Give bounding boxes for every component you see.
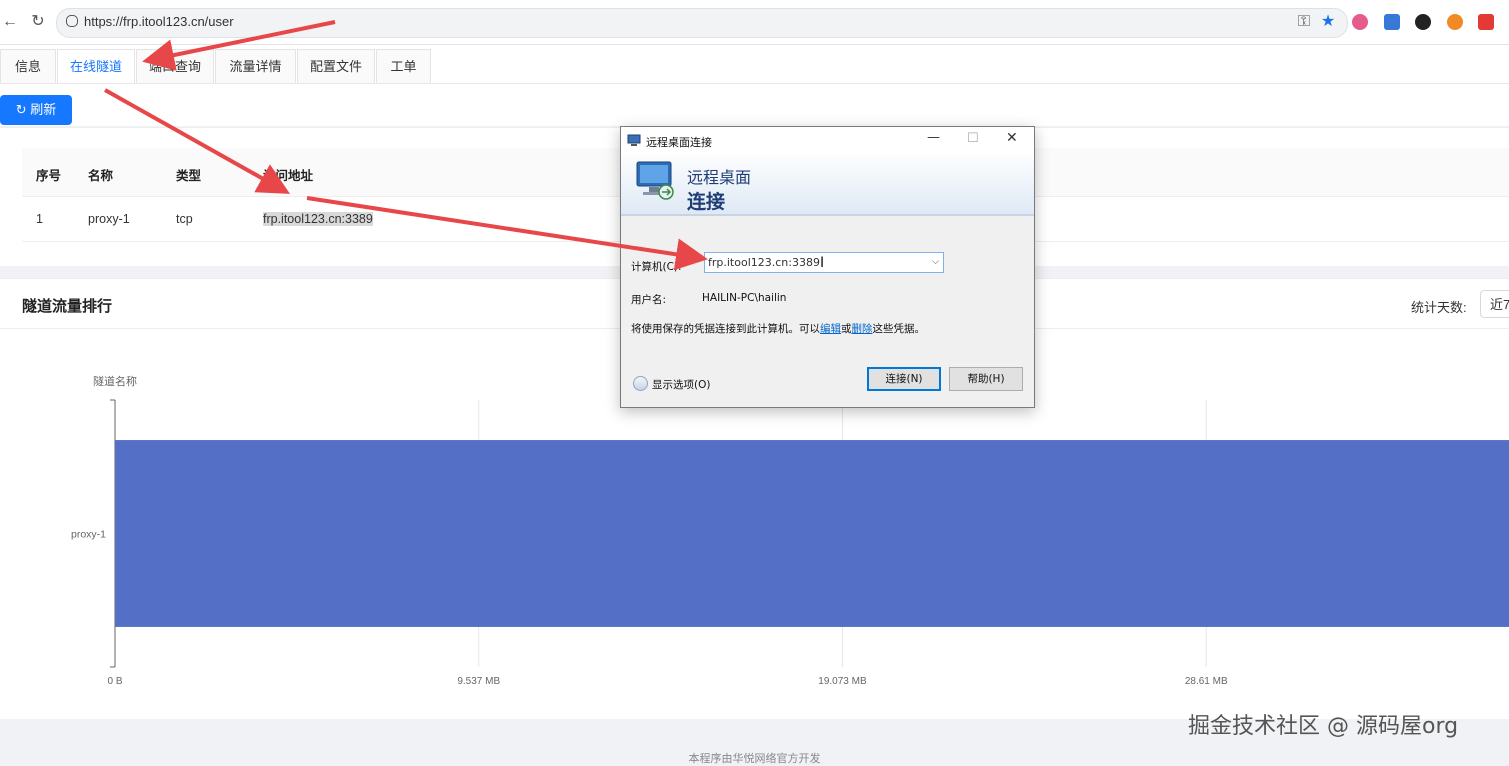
key-icon[interactable]: ⚿ [1294, 12, 1314, 32]
dialog-banner: 远程桌面 连接 [621, 154, 1034, 216]
reload-icon[interactable]: ↻ [28, 12, 48, 32]
bookmark-star-icon[interactable]: ★ [1318, 12, 1338, 32]
info-text: 或 [841, 323, 852, 335]
x-tick-label: 28.61 MB [1185, 676, 1228, 687]
watermark: 掘金技术社区 @ 源码屋org [1188, 714, 1459, 739]
dialog-title: 远程桌面连接 [646, 136, 712, 149]
minimize-icon[interactable]: — [927, 130, 940, 145]
connect-button[interactable]: 连接(N) [867, 367, 941, 391]
credentials-info: 将使用保存的凭据连接到此计算机。可以编辑或删除这些凭据。 [631, 321, 925, 336]
banner-title: 远程桌面 [687, 168, 752, 187]
back-icon[interactable]: ← [0, 12, 20, 32]
extension-icon[interactable] [1352, 14, 1368, 30]
x-tick-label: 9.537 MB [457, 676, 500, 687]
extension-icon[interactable] [1384, 14, 1400, 30]
username-label: 用户名: [631, 294, 667, 306]
browser-toolbar: ← ↻ https://frp.itool123.cn/user ⚿ ★ [0, 0, 1509, 45]
info-text: 将使用保存的凭据连接到此计算机。可以 [631, 323, 820, 335]
info-text: 这些凭据。 [872, 323, 926, 335]
url-text[interactable]: https://frp.itool123.cn/user [84, 14, 234, 29]
site-info-icon[interactable] [66, 15, 78, 27]
chevron-down-icon[interactable]: ⌵ [932, 253, 939, 272]
x-tick-label: 19.073 MB [818, 676, 867, 687]
edit-credentials-link[interactable]: 编辑 [820, 323, 841, 335]
address-bar[interactable] [56, 8, 1348, 38]
maximize-icon[interactable]: ☐ [967, 131, 979, 146]
profile-icon[interactable] [1415, 14, 1431, 30]
close-icon[interactable]: ✕ [1006, 130, 1018, 146]
rdp-monitor-icon [636, 161, 674, 200]
extension-icon[interactable] [1447, 14, 1463, 30]
footer-text: 本程序由华悦网络官方开发 [688, 753, 821, 765]
computer-value: frp.itool123.cn:3389 [708, 256, 820, 269]
banner-subtitle: 连接 [687, 191, 726, 213]
help-button[interactable]: 帮助(H) [949, 367, 1023, 391]
y-category-label: proxy-1 [71, 529, 106, 541]
username-value: HAILIN-PC\hailin [702, 292, 787, 304]
dialog-titlebar: 远程桌面连接 — ☐ ✕ [621, 127, 1034, 154]
text-cursor-icon: I [820, 255, 825, 271]
bar [115, 440, 1509, 627]
remote-desktop-dialog: 远程桌面连接 — ☐ ✕ 远程桌面 连接 计算机(C): frp.itool12… [620, 126, 1035, 408]
rdp-app-icon [627, 134, 641, 146]
show-options-link[interactable]: 显示选项(O) [652, 377, 710, 392]
y-axis-label: 隧道名称 [93, 374, 137, 388]
expand-options-icon[interactable] [633, 376, 648, 391]
delete-credentials-link[interactable]: 删除 [852, 323, 873, 335]
computer-label: 计算机(C): [631, 261, 682, 273]
x-tick-label: 0 B [107, 676, 122, 687]
extension-icon[interactable] [1478, 14, 1494, 30]
